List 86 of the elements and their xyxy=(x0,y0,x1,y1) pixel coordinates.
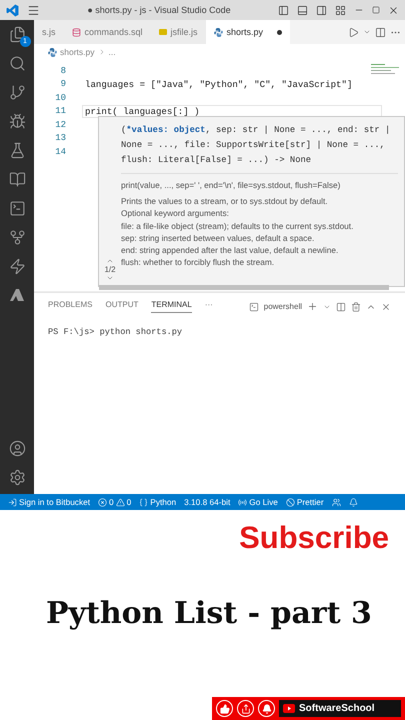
editor-tab[interactable]: jsfile.js xyxy=(150,20,206,44)
python-icon xyxy=(214,28,223,36)
play-logo-icon xyxy=(283,704,295,713)
editor-tab[interactable]: commands.sql xyxy=(64,20,151,44)
error-icon xyxy=(98,498,108,506)
close-icon[interactable] xyxy=(381,302,391,312)
line-number: 8 xyxy=(60,66,66,76)
vscode-logo xyxy=(6,4,19,16)
triangle-icon[interactable] xyxy=(9,287,25,303)
window-title: ● shorts.py - js - Visual Studio Code xyxy=(86,5,232,15)
panel-tab[interactable]: OUTPUT xyxy=(105,300,138,313)
line-number: 11 xyxy=(54,106,66,116)
chevron-up-icon[interactable] xyxy=(106,257,114,265)
line-number: 9 xyxy=(60,79,66,90)
layout-icon[interactable] xyxy=(335,4,346,16)
bell-icon[interactable] xyxy=(348,498,358,506)
maximize-icon[interactable] xyxy=(372,6,380,14)
breadcrumb-item[interactable]: shorts.py xyxy=(60,47,94,57)
chevron-down-icon[interactable] xyxy=(106,274,114,282)
lightning-icon[interactable] xyxy=(8,258,26,275)
menu-icon[interactable] xyxy=(27,4,40,16)
line-number: 13 xyxy=(54,133,66,144)
python-icon xyxy=(48,48,57,56)
files-icon[interactable] xyxy=(8,26,26,43)
bell-icon xyxy=(258,700,275,717)
editor-tab[interactable]: s.js xyxy=(34,20,64,44)
subscribe-text: Subscribe xyxy=(239,520,389,556)
warning-count[interactable]: 0 xyxy=(126,497,132,507)
more-tabs-button[interactable]: ··· xyxy=(204,300,213,313)
breadcrumb-item[interactable]: ... xyxy=(108,47,116,57)
panel-tab[interactable]: PROBLEMS xyxy=(48,300,92,313)
doc-text: end: string appended after the last value, default a newline. xyxy=(121,244,340,256)
doc-text: flush: whether to forcibly flush the stream. xyxy=(121,256,276,269)
line-number: 14 xyxy=(54,146,66,157)
settings-icon[interactable] xyxy=(8,469,26,486)
status-item[interactable]: Go Live xyxy=(249,497,278,507)
run-icon[interactable] xyxy=(348,26,359,38)
book-icon[interactable] xyxy=(8,171,26,188)
doc-text: Optional keyword arguments: xyxy=(121,207,230,220)
doc-text: Prints the values to a stream, or to sys.stdout by default. xyxy=(121,195,329,208)
plus-icon[interactable] xyxy=(307,301,318,312)
status-item[interactable]: 3.10.8 64-bit xyxy=(184,497,230,507)
terminal-name[interactable]: powershell xyxy=(264,302,302,311)
source-control-icon[interactable] xyxy=(8,84,26,101)
warning-icon xyxy=(116,498,125,506)
flask-icon[interactable] xyxy=(8,142,26,159)
doc-text: sep: string inserted between values, default a space. xyxy=(121,232,316,244)
terminal-line: PS F:\js> python shorts.py xyxy=(48,327,184,337)
panel-bottom-icon[interactable] xyxy=(297,4,308,16)
overload-counter: 1/2 xyxy=(104,265,116,274)
split-terminal-icon[interactable] xyxy=(336,302,346,312)
sign-in-icon xyxy=(8,498,17,506)
video-caption: Python List - part 3 xyxy=(46,596,373,631)
code-line: languages = ["Java", "Python", "C", "JavaScript"] xyxy=(84,78,354,91)
editor-tab[interactable]: shorts.py xyxy=(206,20,290,44)
account-icon[interactable] xyxy=(8,440,26,457)
modified-dot-icon xyxy=(277,30,282,34)
status-item[interactable]: Prettier xyxy=(296,497,324,507)
line-number: 10 xyxy=(54,92,66,103)
panel-right-icon[interactable] xyxy=(316,4,327,16)
close-icon[interactable] xyxy=(388,4,399,16)
people-icon[interactable] xyxy=(332,498,341,506)
doc-text: file: a file-like object (stream); defaults to the current sys.stdout. xyxy=(121,220,354,232)
share-icon xyxy=(237,700,254,717)
channel-name: SoftwareSchool xyxy=(299,703,375,714)
broadcast-icon xyxy=(238,498,248,506)
git-fork-icon[interactable] xyxy=(8,229,26,246)
search-icon[interactable] xyxy=(8,55,26,72)
split-editor-icon[interactable] xyxy=(375,26,386,38)
signature-text: (*values: object, sep: str | None = ..., end: str | None = ..., file: SupportsWrite[str] | None = ..., flush: Literal[False] = ...) -> None xyxy=(121,123,398,174)
terminal-icon[interactable] xyxy=(8,200,26,217)
bug-icon[interactable] xyxy=(8,113,26,130)
thumbs-up-icon xyxy=(216,700,233,717)
trash-icon[interactable] xyxy=(351,302,361,312)
panel-left-icon[interactable] xyxy=(278,4,289,16)
database-icon xyxy=(72,28,80,36)
braces-icon xyxy=(139,498,148,506)
status-item[interactable]: Sign in to Bitbucket xyxy=(19,497,90,507)
chevron-down-icon[interactable] xyxy=(363,28,371,36)
status-item[interactable]: Python xyxy=(150,497,176,507)
signature-heading: print(value, ..., sep=' ', end='\n', file=sys.stdout, flush=False) xyxy=(121,179,342,192)
line-number: 12 xyxy=(54,120,66,130)
prohibited-icon xyxy=(286,498,295,506)
panel-tab[interactable]: TERMINAL xyxy=(151,300,192,313)
terminal-icon xyxy=(248,302,259,312)
error-count[interactable]: 0 xyxy=(109,497,114,507)
